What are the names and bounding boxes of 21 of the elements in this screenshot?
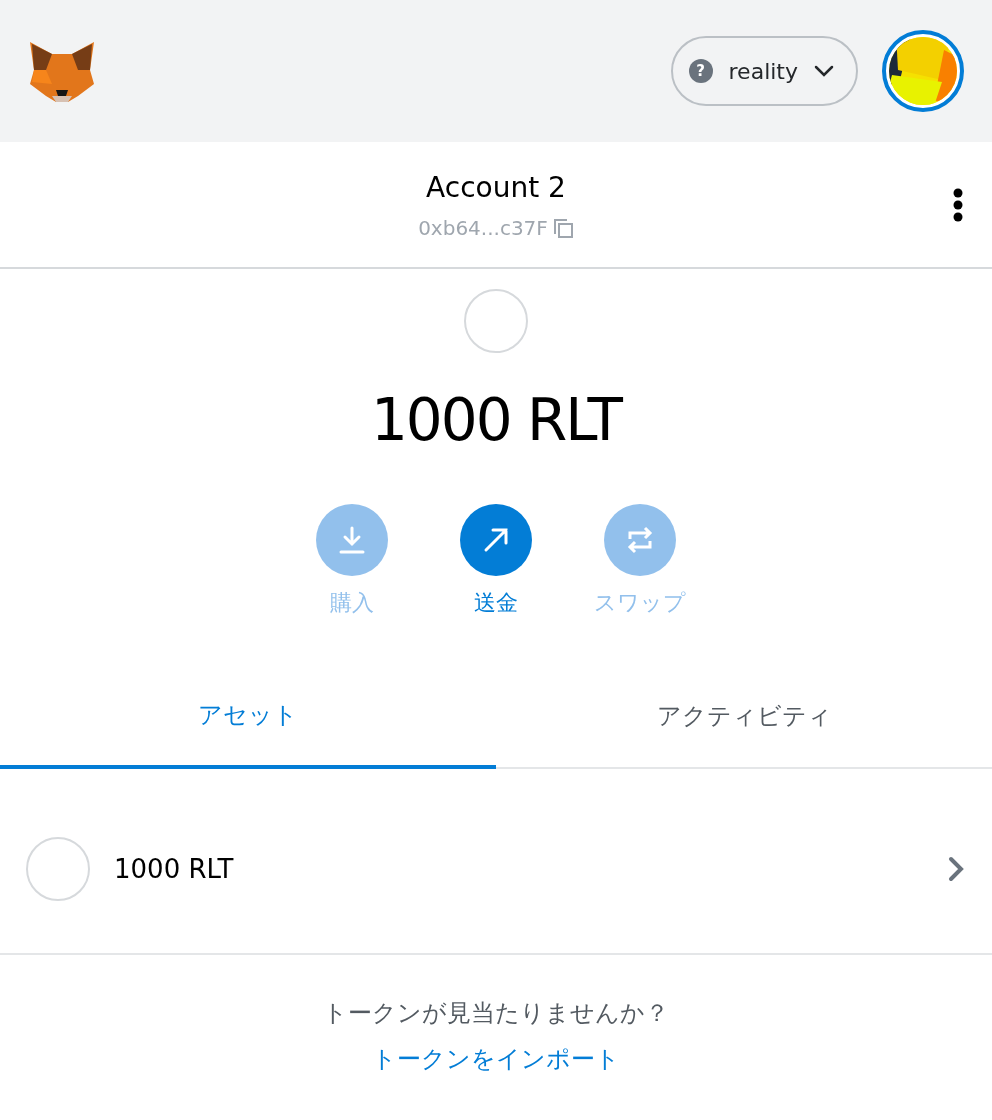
tab[interactable]: アセット	[0, 665, 496, 769]
arrow-icon	[482, 526, 510, 554]
network-selector[interactable]: ? reality	[670, 36, 858, 106]
token-icon	[26, 837, 90, 901]
chevron-right-icon	[948, 856, 964, 882]
avatar-icon[interactable]	[882, 30, 964, 112]
more-options-icon[interactable]	[952, 188, 964, 222]
account-name: Account 2	[426, 169, 566, 206]
asset-row[interactable]: 1000 RLT	[0, 785, 992, 955]
missing-tokens-text: トークンが見当たりませんか？	[323, 998, 669, 1029]
token-icon	[464, 289, 528, 353]
import-tokens-link[interactable]: トークンをインポート	[372, 1041, 620, 1077]
send-action[interactable]: 送金	[441, 504, 551, 619]
balance-amount: 1000 RLT	[370, 385, 622, 456]
account-address[interactable]: 0xb64...c37F	[418, 212, 548, 243]
asset-balance: 1000 RLT	[114, 852, 235, 886]
tab[interactable]: アクティビティ	[496, 665, 992, 769]
download-icon	[337, 525, 367, 555]
help-icon: ?	[688, 59, 713, 83]
fox-logo-icon	[28, 40, 96, 102]
chevron-down-icon	[814, 65, 834, 77]
